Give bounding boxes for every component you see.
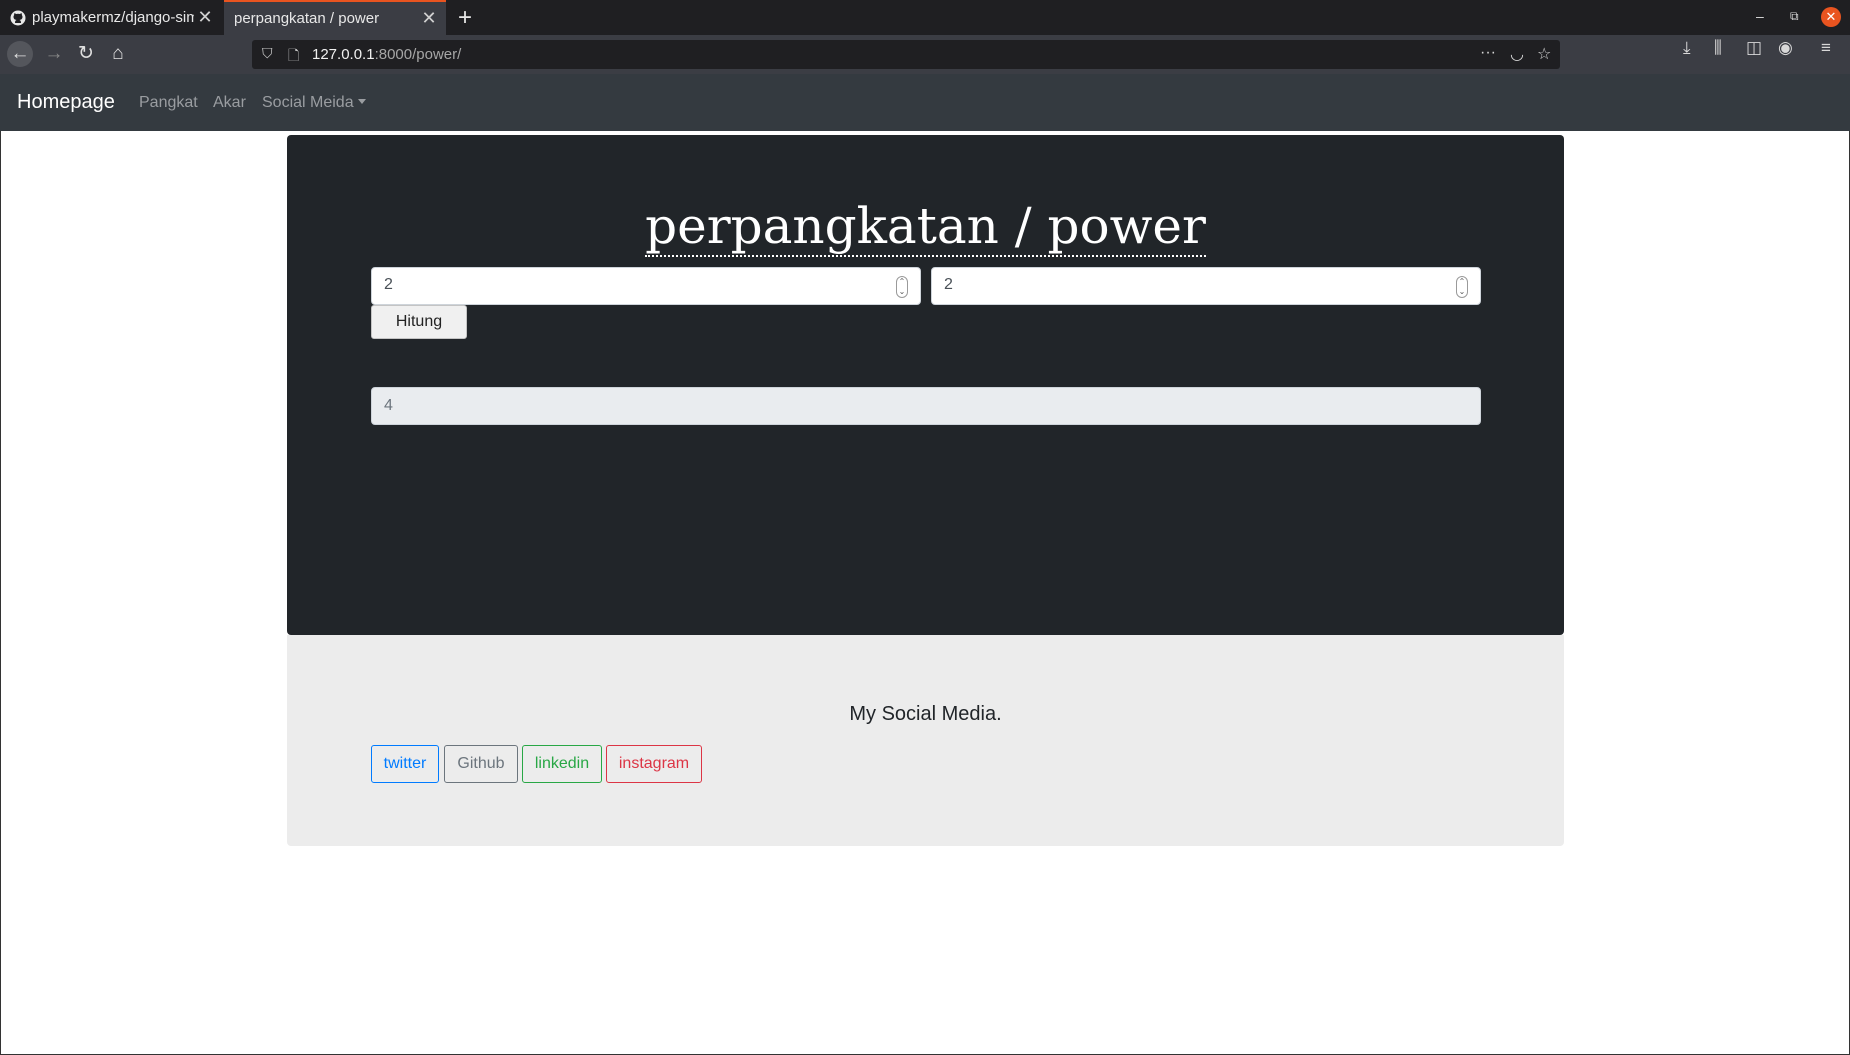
- window-close-icon[interactable]: ✕: [1821, 7, 1841, 27]
- base-input[interactable]: 2 ⌃ ⌄: [371, 267, 921, 305]
- shield-icon[interactable]: ⛉: [262, 45, 278, 63]
- back-icon[interactable]: ←: [7, 41, 33, 67]
- stepper-icon[interactable]: ⌃ ⌄: [896, 276, 908, 298]
- browser-toolbar: ← → ↻ ⌂ ⛉ 🗋 127.0.0.1:8000/power/ ··· ◡ …: [0, 35, 1850, 74]
- page-icon[interactable]: 🗋: [288, 45, 302, 63]
- exponent-input-value: 2: [944, 276, 953, 293]
- tab-github[interactable]: playmakermz/django-sim ✕: [0, 0, 222, 35]
- result-field: 4: [371, 387, 1481, 425]
- bookmark-star-icon[interactable]: ☆: [1537, 44, 1551, 64]
- github-icon: [10, 10, 26, 26]
- page-title: perpangkatan / power: [645, 197, 1206, 257]
- social-title: My Social Media.: [849, 703, 1002, 725]
- more-actions-icon[interactable]: ···: [1480, 44, 1496, 62]
- account-icon[interactable]: ◉: [1778, 38, 1793, 58]
- twitter-button[interactable]: twitter: [371, 745, 439, 783]
- sidebar-icon[interactable]: ◫: [1746, 38, 1762, 58]
- instagram-button[interactable]: instagram: [606, 745, 702, 783]
- exponent-input[interactable]: 2 ⌃ ⌄: [931, 267, 1481, 305]
- close-tab-icon[interactable]: ✕: [194, 7, 216, 28]
- tab-title: playmakermz/django-sim: [32, 9, 194, 26]
- stepper-icon[interactable]: ⌃ ⌄: [1456, 276, 1468, 298]
- restore-icon[interactable]: ⧉: [1790, 9, 1799, 24]
- new-tab-icon[interactable]: +: [458, 4, 476, 32]
- calculator-panel: perpangkatan / power 2 ⌃ ⌄ 2 ⌃ ⌄ Hitung 4: [287, 135, 1564, 635]
- brand-link[interactable]: Homepage: [17, 91, 115, 114]
- url-text[interactable]: 127.0.0.1:8000/power/: [312, 46, 461, 63]
- nav-link-pangkat[interactable]: Pangkat: [139, 94, 198, 112]
- reload-icon[interactable]: ↻: [73, 41, 99, 67]
- tab-power[interactable]: perpangkatan / power ✕: [224, 0, 446, 35]
- menu-icon[interactable]: ≡: [1821, 38, 1831, 58]
- close-tab-icon[interactable]: ✕: [418, 8, 440, 29]
- home-icon[interactable]: ⌂: [105, 41, 131, 67]
- forward-icon[interactable]: →: [41, 41, 67, 67]
- library-icon[interactable]: ⫼: [1714, 38, 1722, 58]
- pocket-icon[interactable]: ◡: [1510, 44, 1524, 64]
- site-navbar: Homepage Pangkat Akar Social Meida: [0, 74, 1850, 131]
- downloads-icon[interactable]: ⤓: [1683, 38, 1691, 58]
- browser-tabbar: playmakermz/django-sim ✕ perpangkatan / …: [0, 0, 1850, 35]
- github-button[interactable]: Github: [444, 745, 518, 783]
- base-input-value: 2: [384, 276, 393, 293]
- nav-link-akar[interactable]: Akar: [213, 94, 246, 112]
- nav-dropdown-social[interactable]: Social Meida: [262, 94, 366, 112]
- social-section: My Social Media. twitter Github linkedin…: [287, 635, 1564, 846]
- url-bar[interactable]: ⛉ 🗋 127.0.0.1:8000/power/ ··· ◡ ☆: [252, 40, 1560, 69]
- minimize-icon[interactable]: –: [1756, 8, 1764, 24]
- linkedin-button[interactable]: linkedin: [522, 745, 602, 783]
- hitung-button[interactable]: Hitung: [371, 305, 467, 339]
- window-border: [0, 131, 1, 1055]
- tab-title: perpangkatan / power: [234, 10, 380, 27]
